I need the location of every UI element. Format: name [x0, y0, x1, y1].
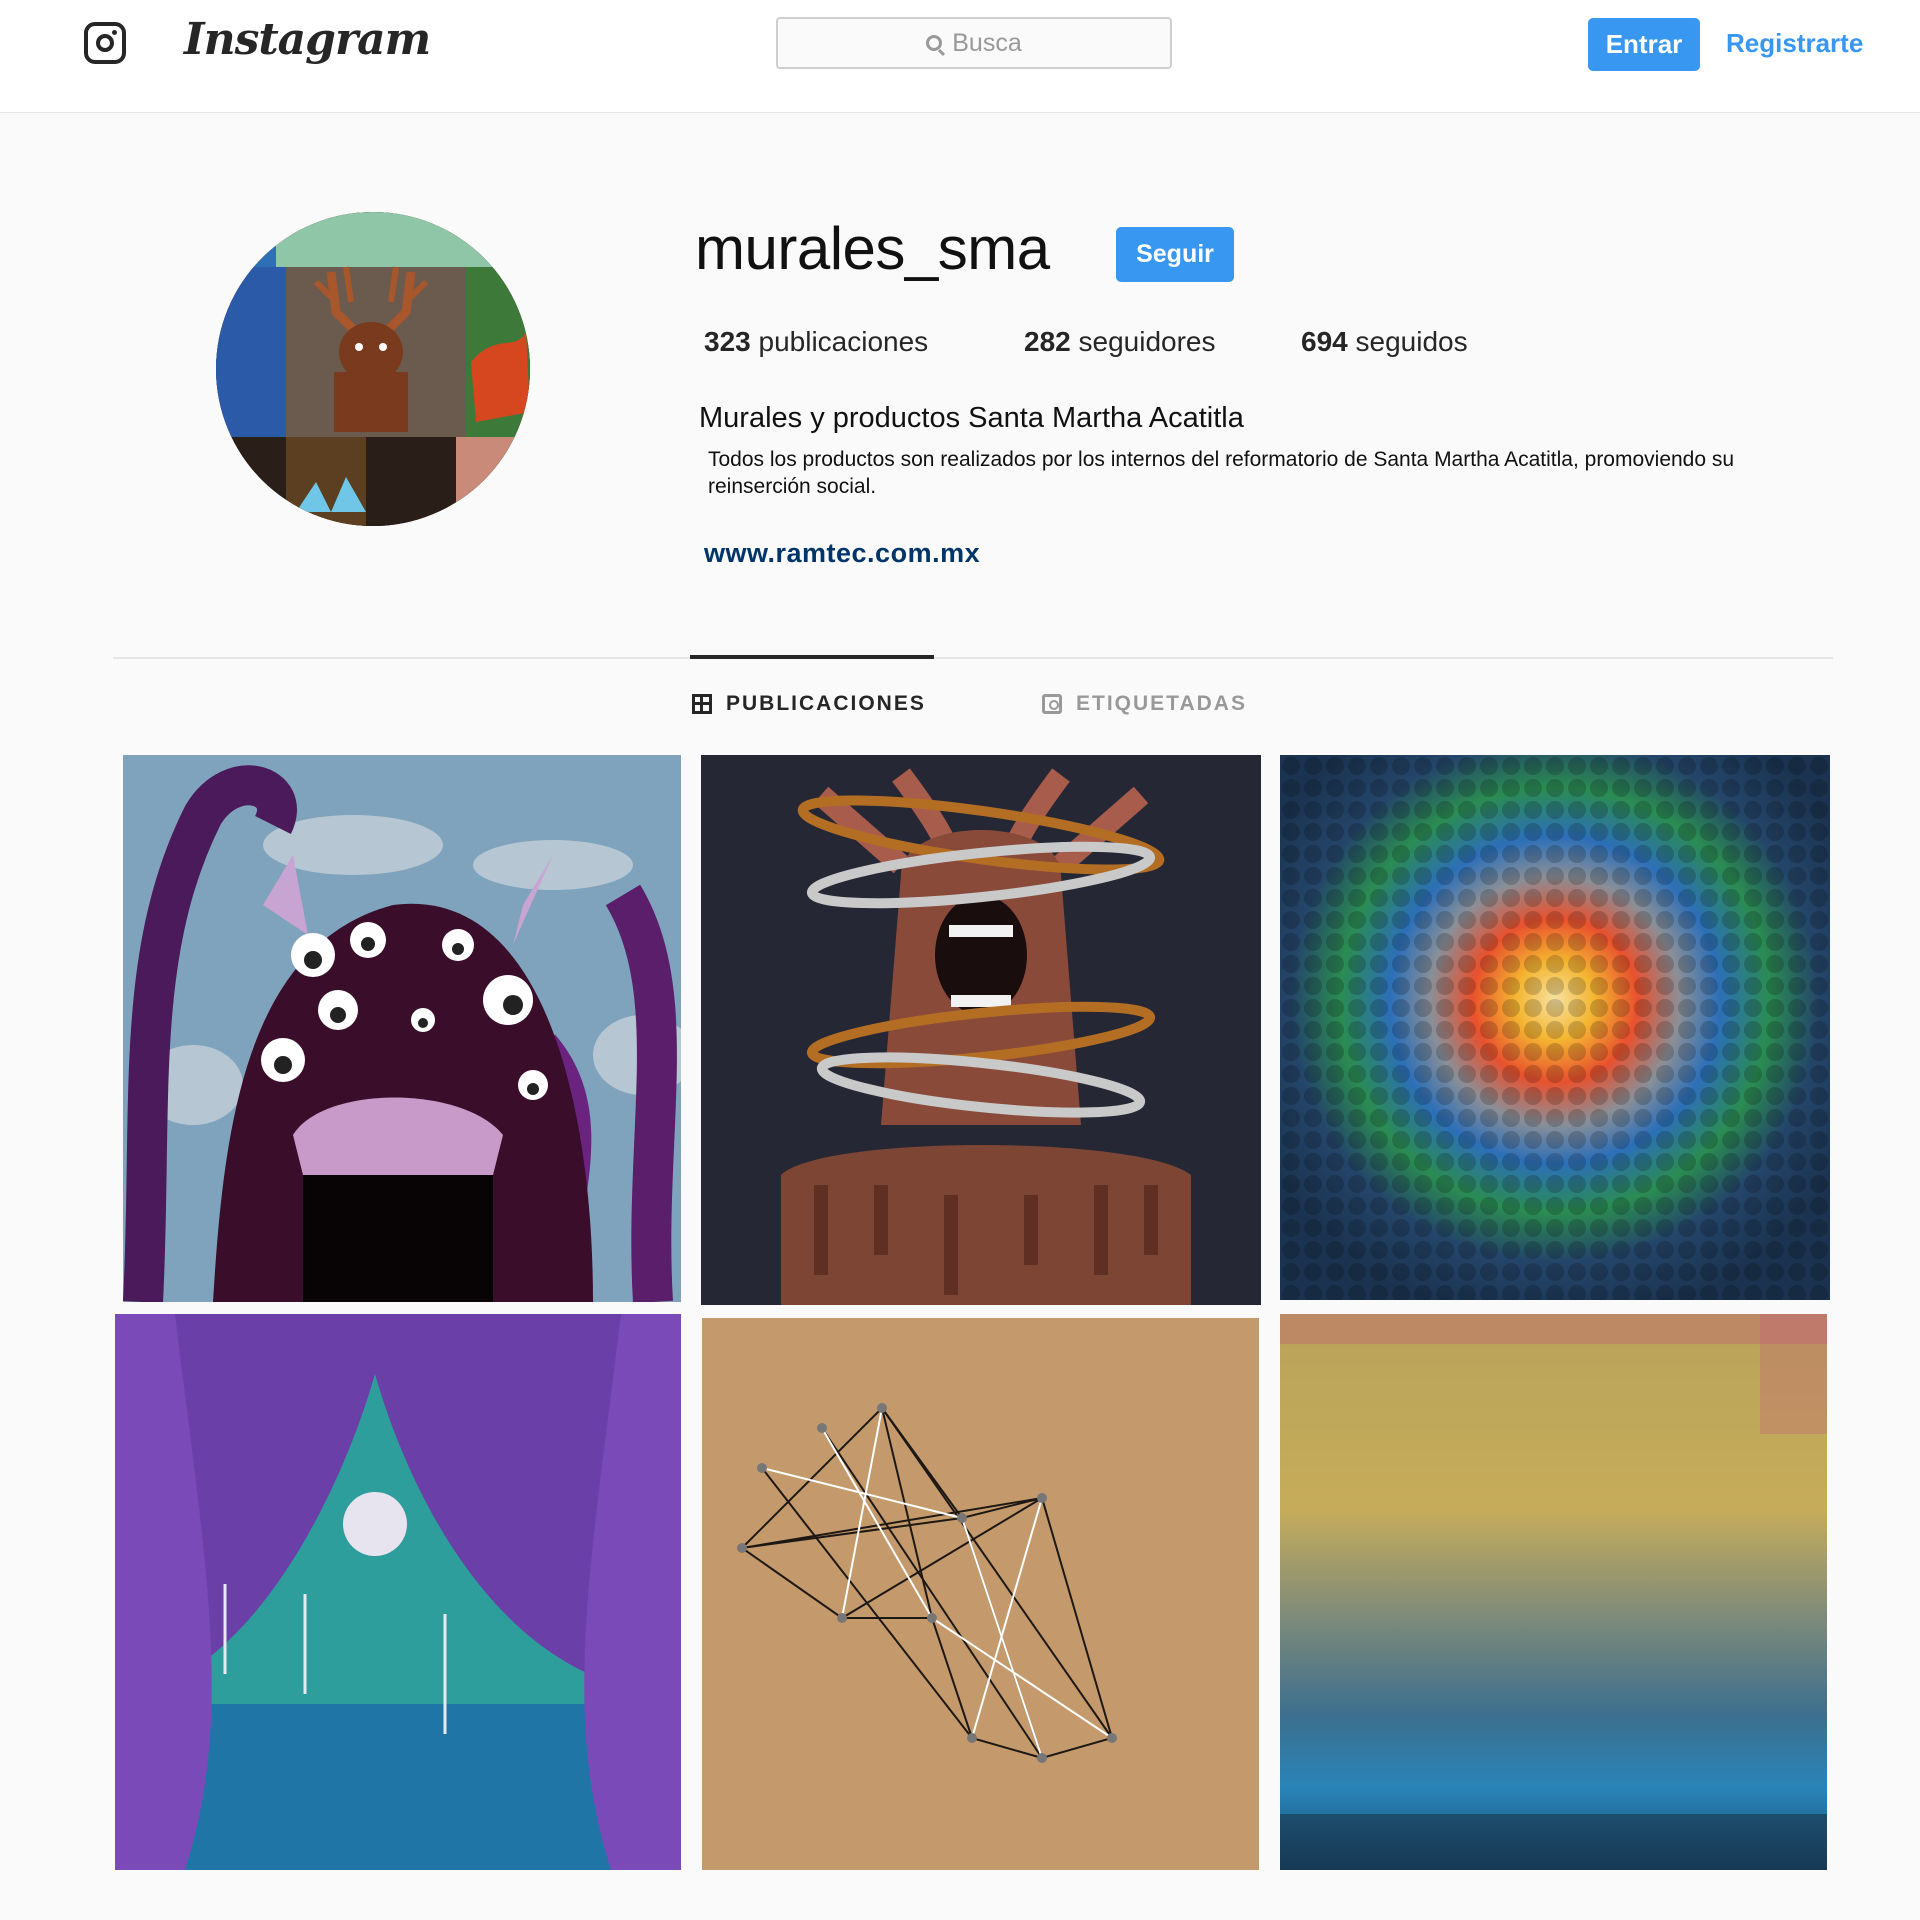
instagram-wordmark[interactable]: Instagram: [184, 14, 431, 65]
post-thumbnail-clay-mosaic[interactable]: [1280, 755, 1830, 1300]
profile-stats: 323 publicaciones 282 seguidores 694 seg…: [704, 326, 1468, 358]
posts-count: 323: [704, 326, 751, 357]
tab-etiquetadas[interactable]: ETIQUETADAS: [1042, 692, 1247, 716]
tab-label: PUBLICACIONES: [726, 692, 926, 715]
tab-publicaciones[interactable]: PUBLICACIONES: [692, 692, 926, 716]
following-count: 694: [1301, 326, 1348, 357]
stat-posts: 323 publicaciones: [704, 326, 1024, 358]
post-thumbnail-screaming-figure[interactable]: [701, 755, 1261, 1305]
grid-icon: [692, 694, 712, 714]
post-thumbnail-moon-curtain[interactable]: [115, 1314, 681, 1870]
signup-link[interactable]: Registrarte: [1726, 28, 1863, 59]
follow-button[interactable]: Seguir: [1116, 227, 1234, 282]
profile-avatar[interactable]: [216, 212, 530, 526]
post-thumbnail-monster[interactable]: [123, 755, 681, 1302]
followers-label: seguidores: [1078, 326, 1216, 357]
post-thumbnail-string-art[interactable]: [702, 1318, 1259, 1870]
login-button[interactable]: Entrar: [1588, 18, 1700, 71]
instagram-camera-icon[interactable]: [84, 22, 126, 64]
posts-label: publicaciones: [758, 326, 929, 357]
stat-followers[interactable]: 282 seguidores: [1024, 326, 1301, 358]
active-tab-indicator: [690, 655, 934, 659]
tab-label: ETIQUETADAS: [1076, 692, 1247, 715]
followers-count: 282: [1024, 326, 1071, 357]
following-label: seguidos: [1355, 326, 1468, 357]
post-thumbnail-abstract-gold-blue[interactable]: [1280, 1314, 1827, 1870]
tabs-divider: [113, 657, 1833, 659]
search-icon: [926, 35, 943, 51]
tagged-icon: [1042, 694, 1062, 714]
profile-website-link[interactable]: www.ramtec.com.mx: [704, 538, 980, 569]
top-nav: Instagram Busca Entrar Registrarte: [0, 0, 1920, 113]
profile-bio: Todos los productos son realizados por l…: [708, 448, 1735, 498]
stat-following[interactable]: 694 seguidos: [1301, 326, 1468, 358]
profile-username: murales_sma: [695, 215, 1050, 282]
search-input[interactable]: Busca: [776, 17, 1172, 69]
profile-full-name: Murales y productos Santa Martha Acatitl…: [699, 402, 1244, 434]
search-placeholder: Busca: [952, 28, 1022, 57]
